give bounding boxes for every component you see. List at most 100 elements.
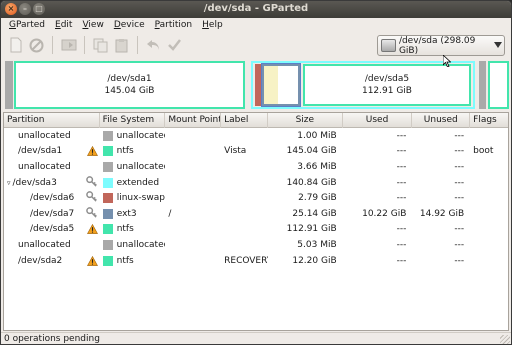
table-row[interactable]: /dev/sda7 ext3 / 25.14 GiB 10.22 GiB 14.92 Gi… [4,206,508,222]
cell-mountpoint [165,175,221,191]
map-unallocated-1[interactable] [5,61,13,109]
partition-name: /dev/sda6 [30,193,75,204]
cell-label: Vista [224,146,247,157]
filesystem-name: unallocated [116,161,166,172]
map-partition-sda5[interactable]: /dev/sda5 112.91 GiB [303,64,471,106]
menu-help[interactable]: Help [197,20,228,30]
cell-size: 5.03 MiB [297,239,337,250]
window-title: /dev/sda - GParted [203,3,309,14]
col-filesystem[interactable]: File System [100,113,166,128]
table-row[interactable]: unallocated unallocated 1.00 MiB --- --- [4,128,508,144]
cell-flags [470,206,508,222]
col-size[interactable]: Size [268,113,343,128]
table-row[interactable]: ▿/dev/sda3 extended 140.84 GiB --- --- [4,175,508,191]
col-partition[interactable]: Partition [4,113,100,128]
map-sda1-size: 145.04 GiB [104,86,155,96]
map-unallocated-3[interactable] [479,61,486,109]
cell-used: --- [396,193,407,204]
partition-name: /dev/sda2 [18,255,63,266]
cell-flags [470,237,508,253]
toolbar-separator [52,36,53,54]
filesystem-color-swatch [102,130,113,141]
cell-label [221,175,268,191]
cell-size: 3.66 MiB [297,161,337,172]
col-used[interactable]: Used [343,113,413,128]
table-row[interactable]: /dev/sda1 ntfs Vista 145.04 GiB --- --- boot [4,144,508,160]
cell-label [221,206,268,222]
cell-mountpoint [165,128,221,144]
cell-mountpoint [165,144,221,160]
col-flags[interactable]: Flags [470,113,508,128]
device-selector-label: /dev/sda (298.09 GiB) [398,35,476,56]
filesystem-name: linux-swap [116,193,165,204]
lock-key-icon [85,206,98,221]
menu-gparted[interactable]: GParted [4,20,50,30]
cell-flags [470,190,508,206]
table-row[interactable]: /dev/sda6 linux-swap 2.79 GiB --- --- [4,190,508,206]
cell-unused: 14.92 GiB [419,208,465,219]
resize-move-icon[interactable] [60,37,77,54]
device-selector[interactable]: /dev/sda (298.09 GiB) [377,35,505,56]
table-header: Partition File System Mount Point Label … [4,113,508,128]
col-label[interactable]: Label [221,113,268,128]
table-row[interactable]: unallocated unallocated 5.03 MiB --- --- [4,237,508,253]
cell-mountpoint [165,159,221,175]
table-row[interactable]: unallocated unallocated 3.66 MiB --- --- [4,159,508,175]
map-partition-sda3[interactable]: /dev/sda5 112.91 GiB [251,61,475,109]
apply-icon[interactable] [166,37,183,54]
selection-ring [261,63,301,107]
title-bar: × – □ /dev/sda - GParted [1,1,511,18]
mouse-pointer-icon [443,55,451,67]
lock-key-icon [85,191,98,205]
partition-table: Partition File System Mount Point Label … [3,112,509,331]
menu-bar: GParted Edit View Device Partition Help [1,18,511,32]
filesystem-name: ntfs [116,255,134,266]
table-body: unallocated unallocated 1.00 MiB --- ---/dev… [4,128,508,268]
expander-icon[interactable]: ▿ [7,179,11,187]
cell-filesystem: ext3 [100,206,166,222]
table-row[interactable]: /dev/sda5 ntfs 112.91 GiB --- --- [4,222,508,238]
cell-label [221,222,268,238]
cell-unused: --- [454,161,465,172]
filesystem-color-swatch [102,193,113,204]
map-partition-sda7[interactable] [261,63,301,107]
menu-device[interactable]: Device [109,20,150,30]
menu-edit[interactable]: Edit [50,20,77,30]
undo-icon[interactable] [145,37,162,54]
paste-icon[interactable] [113,37,130,54]
map-partition-sda2[interactable] [488,61,509,109]
cell-filesystem: ntfs [100,144,166,160]
partition-name: unallocated [18,239,71,250]
cell-flags [470,222,508,238]
copy-icon[interactable] [92,37,109,54]
cell-flags [470,128,508,144]
cell-flags [470,175,508,191]
resize-grip[interactable] [500,335,510,344]
partition-map: /dev/sda1 145.04 GiB /dev/sda5 112.91 Gi… [5,61,509,109]
cell-used: --- [396,130,407,141]
cell-size: 2.79 GiB [298,193,337,204]
cell-label [221,159,268,175]
delete-icon[interactable] [28,37,45,54]
filesystem-color-swatch [102,239,113,250]
warning-icon [86,146,98,157]
map-partition-sda1[interactable]: /dev/sda1 145.04 GiB [14,61,245,109]
partition-name: /dev/sda7 [30,208,75,219]
new-icon[interactable] [7,37,24,54]
partition-name: /dev/sda5 [30,224,75,235]
toolbar-separator [137,36,138,54]
table-row[interactable]: /dev/sda2 ntfs RECOVERY 12.20 GiB --- --- [4,253,508,269]
col-unused[interactable]: Unused [412,113,471,128]
filesystem-name: unallocated [116,130,166,141]
filesystem-color-swatch [102,146,113,157]
cell-partition: unallocated [4,128,100,144]
cell-unused: --- [454,146,465,157]
menu-view[interactable]: View [77,20,108,30]
menu-partition[interactable]: Partition [150,20,198,30]
cell-filesystem: extended [100,175,166,191]
filesystem-name: unallocated [116,239,166,250]
cell-partition: /dev/sda5 [4,222,100,238]
col-mountpoint[interactable]: Mount Point [165,113,222,128]
lock-key-icon [85,175,98,190]
map-sda5-name: /dev/sda5 [364,74,410,84]
